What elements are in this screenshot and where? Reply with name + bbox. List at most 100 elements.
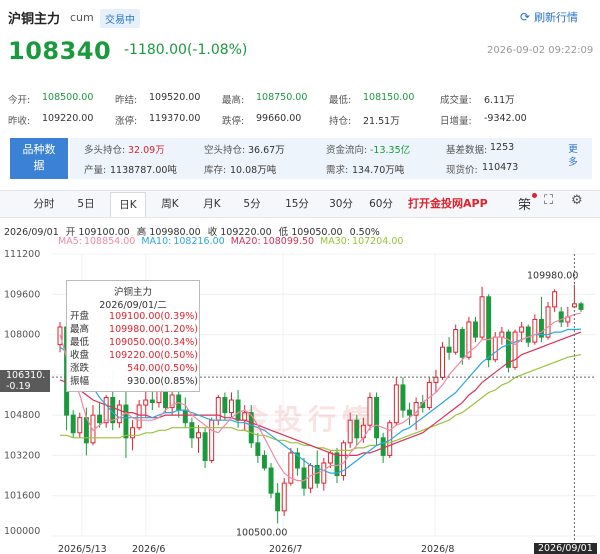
variety-value: 36.67万 xyxy=(248,145,285,156)
candle-up xyxy=(440,346,445,378)
refresh-button[interactable]: ⟳ 刷新行情 xyxy=(520,9,578,25)
variety-label: 基差数据: xyxy=(446,145,488,156)
variety-data-box[interactable]: 品种数据 xyxy=(10,138,68,179)
tooltip-row-value: 540.00(0.50%) xyxy=(127,363,198,374)
y-tick-label: 101600 xyxy=(4,491,40,502)
candle-down xyxy=(222,397,228,414)
last-price: 108340 xyxy=(8,37,112,65)
stat-value: 21.51万 xyxy=(363,116,400,127)
variety-data-label: 品种数据 xyxy=(22,143,56,172)
ma-legend-label: MA20: xyxy=(230,236,261,247)
candle-up xyxy=(453,329,459,353)
stat-label: 持仓: xyxy=(329,116,352,127)
stat-value: 109220.00 xyxy=(42,113,94,124)
stat-label: 涨停: xyxy=(115,116,138,127)
tooltip-row-label: 最低 xyxy=(70,337,90,348)
stat-value: 119370.00 xyxy=(149,113,201,124)
candle-down xyxy=(268,467,274,494)
ma-legend-value: 108854.00 xyxy=(83,236,136,247)
stat-label: 最高: xyxy=(222,95,245,106)
candle-down xyxy=(578,303,584,310)
adjust-button[interactable]: 筞 xyxy=(518,194,531,213)
candle-up xyxy=(196,432,201,439)
candle-up xyxy=(143,399,149,406)
candle-down xyxy=(255,442,261,456)
watermark: 金投行情 xyxy=(240,403,377,436)
stat-value: 108750.00 xyxy=(256,92,308,103)
candle-up xyxy=(499,331,505,338)
candle-up xyxy=(136,404,142,429)
tooltip-title: 沪铜主力 xyxy=(113,287,152,298)
tab-7[interactable]: 15分 xyxy=(278,192,316,217)
tab-8[interactable]: 30分 xyxy=(322,192,360,217)
ma-legend-label: MA30: xyxy=(320,236,351,247)
tooltip-row-label: 最高 xyxy=(70,324,90,335)
stat-label: 日增量: xyxy=(440,116,472,127)
open-app-link[interactable]: 打开金投网APP xyxy=(408,195,488,211)
candle-up xyxy=(209,419,215,461)
variety-label: 需求: xyxy=(326,165,349,176)
more-button[interactable]: 更多 xyxy=(566,143,580,169)
tooltip-row-value: 109100.00(0.39%) xyxy=(109,311,198,322)
candle-down xyxy=(459,329,465,358)
y-tick-label: 108000 xyxy=(4,330,40,341)
y-tick-label: 104800 xyxy=(4,410,40,421)
candle-up xyxy=(215,397,221,421)
tooltip-row: 最高 109980.00(1.20%) xyxy=(70,323,198,336)
variety-value: 134.70万吨 xyxy=(352,165,405,176)
refresh-icon: ⟳ xyxy=(520,10,531,24)
ma-legend: MA5: 108854.00 MA10: 108216.00 MA20: 108099.5… xyxy=(58,236,409,247)
tooltip-row-label: 振幅 xyxy=(70,376,90,387)
cursor-change: -0.19 xyxy=(6,381,31,392)
candle-up xyxy=(479,296,485,338)
x-tick-label: 2026/8 xyxy=(421,544,454,554)
y-tick-label: 103200 xyxy=(4,450,40,461)
stat-value: 99660.00 xyxy=(256,113,302,124)
stat-label: 跌停: xyxy=(222,116,245,127)
contract-name: 沪铜主力 xyxy=(8,12,61,27)
ohlc-date: 2026/09/01 xyxy=(4,227,59,238)
tooltip-row-label: 收盘 xyxy=(70,350,90,361)
candle-down xyxy=(189,422,195,439)
cursor-price: 106310. xyxy=(6,370,46,381)
variety-label: 空头持仓: xyxy=(204,145,246,156)
contract-code: cum xyxy=(70,11,94,24)
candle-up xyxy=(492,336,498,361)
page-title: 沪铜主力 xyxy=(8,8,60,27)
settings-icon[interactable]: ⚙ xyxy=(571,193,583,208)
tab-2[interactable]: 5日 xyxy=(70,192,102,217)
candle-up xyxy=(433,376,439,383)
candle-down xyxy=(486,296,492,361)
candle-up xyxy=(519,326,525,333)
candle-down xyxy=(473,321,478,338)
candle-down xyxy=(400,384,406,411)
candle-up xyxy=(116,404,122,424)
tab-9[interactable]: 60分 xyxy=(362,192,400,217)
tooltip-row-value: 109980.00(1.20%) xyxy=(109,324,198,335)
y-tick-label: 109600 xyxy=(4,289,40,300)
tooltip-row-label: 开盘 xyxy=(70,311,90,322)
stat-label: 今开: xyxy=(8,95,31,106)
cursor-price-label: 106310. -0.19 xyxy=(0,370,50,392)
candle-down xyxy=(380,437,386,456)
fullscreen-icon[interactable]: ⛶ xyxy=(544,193,553,208)
candle-up xyxy=(393,384,399,424)
x-tick-label: 2026/5/13 xyxy=(58,544,107,554)
tab-3[interactable]: 日K xyxy=(110,192,146,217)
tooltip-row-value: 930.00(0.85%) xyxy=(127,376,198,387)
ma-legend-value: 108099.50 xyxy=(262,236,315,247)
tab-5[interactable]: 月K xyxy=(194,192,230,217)
tab-1[interactable]: 分时 xyxy=(28,192,60,217)
variety-label: 产量: xyxy=(84,165,107,176)
candle-down xyxy=(261,454,267,469)
variety-value: 10.08万吨 xyxy=(230,165,277,176)
tab-4[interactable]: 周K xyxy=(152,192,188,217)
tab-6[interactable]: 5分 xyxy=(236,192,268,217)
stat-label: 昨收: xyxy=(8,116,31,127)
min-price-label: 100500.00 xyxy=(236,527,287,538)
ma-legend-item: MA10: 108216.00 xyxy=(141,236,224,247)
variety-value: -13.35亿 xyxy=(370,145,411,156)
notification-dot xyxy=(532,193,537,198)
tooltip-row-label: 涨跌 xyxy=(70,363,90,374)
stat-label: 昨结: xyxy=(115,95,138,106)
